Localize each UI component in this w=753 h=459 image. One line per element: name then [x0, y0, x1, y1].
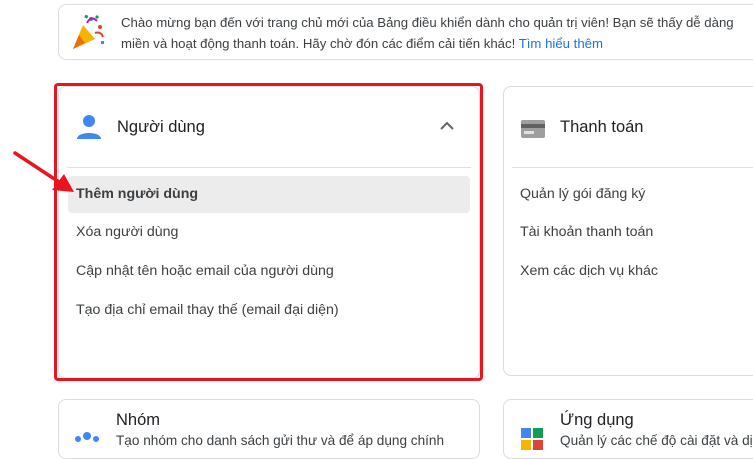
create-email-alias-link[interactable]: Tạo địa chỉ email thay thế (email đại di… [68, 292, 470, 329]
users-card-title: Người dùng [117, 118, 205, 136]
users-card-divider [67, 167, 471, 168]
groups-card[interactable]: Nhóm Tạo nhóm cho danh sách gửi thư và đ… [58, 399, 480, 459]
apps-card-title: Ứng dụng [560, 411, 634, 429]
welcome-line-2: miền và hoạt động thanh toán. Hãy chờ đó… [121, 33, 753, 54]
party-popper-icon [73, 14, 104, 49]
welcome-line-2-text: miền và hoạt động thanh toán. Hãy chờ đó… [121, 36, 516, 51]
billing-card-divider [512, 167, 753, 168]
welcome-message: Chào mừng bạn đến với trang chủ mới của … [121, 12, 753, 54]
annotation-arrow-icon [13, 151, 74, 192]
apps-card[interactable]: Ứng dụng Quản lý các chế độ cài đặt và d… [503, 399, 753, 459]
update-user-name-email-link[interactable]: Cập nhật tên hoặc email của người dùng [68, 253, 470, 290]
welcome-banner: Chào mừng bạn đến với trang chủ mới của … [58, 4, 753, 60]
manage-subscriptions-link[interactable]: Quản lý gói đăng ký [512, 176, 753, 213]
groups-card-subtitle: Tạo nhóm cho danh sách gửi thư và để áp … [116, 433, 445, 448]
credit-card-icon [521, 120, 545, 138]
apps-card-subtitle: Quản lý các chế độ cài đặt và dịch [560, 433, 753, 448]
welcome-line-1: Chào mừng bạn đến với trang chủ mới của … [121, 15, 734, 30]
person-icon [77, 115, 101, 139]
users-card: Người dùng Thêm người dùng Xóa người dùn… [58, 86, 480, 379]
billing-accounts-link[interactable]: Tài khoản thanh toán [512, 214, 753, 251]
groups-icon [75, 432, 99, 442]
learn-more-link[interactable]: Tìm hiểu thêm [519, 36, 603, 51]
delete-user-link[interactable]: Xóa người dùng [68, 214, 470, 251]
billing-card: Thanh toán Quản lý gói đăng ký Tài khoản… [503, 86, 753, 376]
apps-grid-icon [521, 428, 543, 450]
billing-card-title: Thanh toán [560, 118, 644, 136]
view-other-services-link[interactable]: Xem các dịch vụ khác [512, 253, 753, 290]
chevron-up-icon[interactable] [439, 119, 455, 131]
add-user-link[interactable]: Thêm người dùng [68, 176, 470, 213]
groups-card-title: Nhóm [116, 411, 161, 429]
